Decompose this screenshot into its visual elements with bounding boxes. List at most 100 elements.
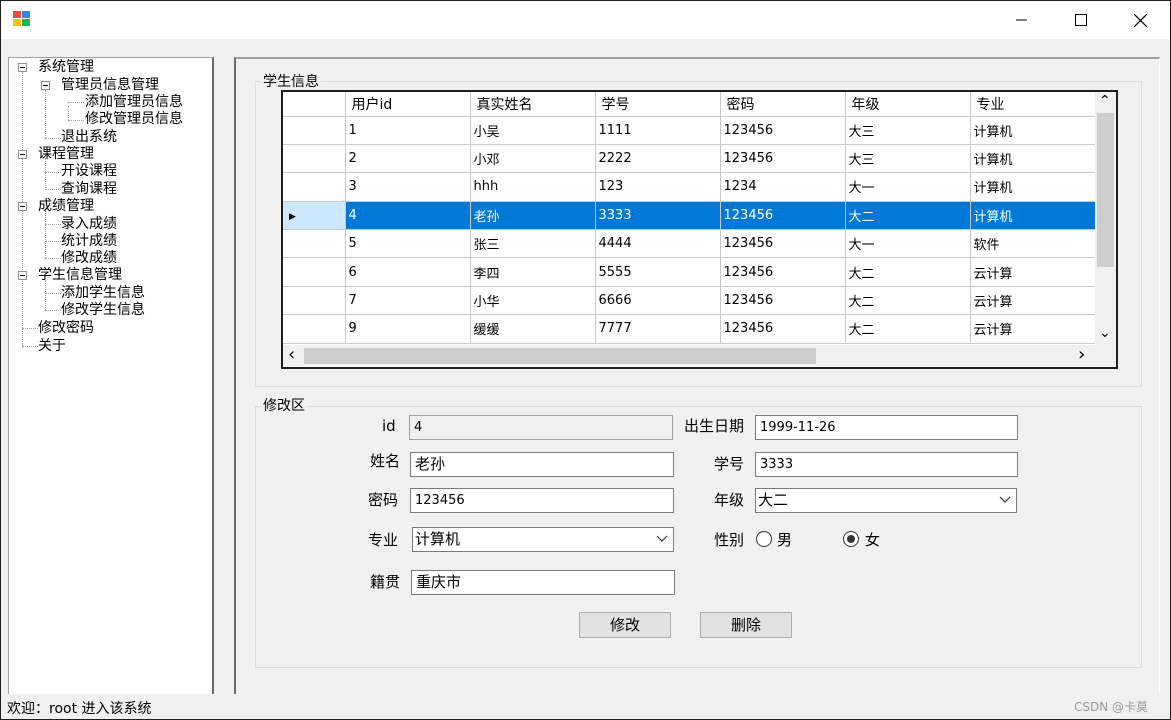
table-cell[interactable]: 大三: [845, 144, 971, 174]
nav-tree[interactable]: 系统管理 管理员信息管理 添加管理员信息 修改管理员信息 退出系统 课程管理 开…: [8, 57, 214, 694]
tree-item-about[interactable]: 关于: [38, 337, 66, 355]
table-cell[interactable]: 123456: [720, 286, 846, 316]
collapse-icon[interactable]: [18, 63, 27, 72]
table-cell[interactable]: 李四: [470, 257, 596, 287]
table-row[interactable]: 3 hhh 123 1234 大一 计算机: [283, 172, 1096, 202]
table-cell[interactable]: 123456: [720, 144, 846, 174]
table-cell[interactable]: 大三: [845, 116, 971, 145]
table-cell[interactable]: 大二: [845, 314, 971, 344]
table-cell[interactable]: 大二: [845, 286, 971, 316]
table-cell[interactable]: 6666: [595, 286, 721, 316]
tree-item-system[interactable]: 系统管理: [38, 58, 94, 76]
table-row[interactable]: ▶ 4 老孙 3333 123456 大二 计算机: [283, 201, 1096, 231]
tree-item-stat-score[interactable]: 统计成绩: [61, 232, 117, 250]
collapse-icon[interactable]: [18, 271, 27, 280]
column-header[interactable]: 真实姓名: [470, 92, 596, 117]
table-cell[interactable]: 123456: [720, 314, 846, 344]
row-header[interactable]: [283, 172, 346, 202]
hometown-field[interactable]: 重庆市: [411, 570, 675, 595]
major-select[interactable]: 计算机: [412, 527, 674, 552]
scroll-right-icon[interactable]: ›: [1078, 345, 1085, 365]
table-cell[interactable]: 3: [345, 172, 471, 202]
table-row[interactable]: 5 张三 4444 123456 大一 软件: [283, 229, 1096, 259]
tree-item-course[interactable]: 课程管理: [38, 145, 94, 163]
row-header[interactable]: [283, 286, 346, 316]
column-header[interactable]: 年级: [845, 92, 971, 117]
tree-item-edit-score[interactable]: 修改成绩: [61, 249, 117, 267]
table-cell[interactable]: 1234: [720, 172, 846, 202]
table-row[interactable]: 6 李四 5555 123456 大二 云计算: [283, 257, 1096, 287]
row-header[interactable]: [283, 116, 346, 145]
table-row[interactable]: 2 小邓 2222 123456 大三 计算机: [283, 144, 1096, 174]
table-cell[interactable]: 7777: [595, 314, 721, 344]
tree-item-score[interactable]: 成绩管理: [38, 197, 94, 215]
tree-item-enter-score[interactable]: 录入成绩: [61, 215, 117, 233]
table-cell[interactable]: 计算机: [970, 201, 1096, 231]
table-cell[interactable]: 缓缓: [470, 314, 596, 344]
grade-select[interactable]: 大二: [755, 488, 1017, 513]
table-cell[interactable]: 云计算: [970, 314, 1096, 344]
student-grid[interactable]: 用户id 真实姓名 学号 密码 年级 专业 1 小吴 1111 123456 大三 计算机…: [281, 90, 1118, 369]
tree-item-add-student[interactable]: 添加学生信息: [61, 284, 145, 302]
table-row[interactable]: 9 缓缓 7777 123456 大二 云计算: [283, 314, 1096, 344]
table-cell[interactable]: 3333: [595, 201, 721, 231]
birth-date-field[interactable]: 1999-11-26: [755, 415, 1018, 440]
table-cell[interactable]: 4: [345, 201, 471, 231]
table-cell[interactable]: 大二: [845, 201, 971, 231]
collapse-icon[interactable]: [18, 202, 27, 211]
table-row[interactable]: 1 小吴 1111 123456 大三 计算机: [283, 116, 1096, 145]
table-cell[interactable]: 大一: [845, 229, 971, 259]
row-header[interactable]: [283, 257, 346, 287]
table-cell[interactable]: 计算机: [970, 144, 1096, 174]
scroll-up-icon[interactable]: ⌃: [1099, 94, 1111, 108]
modify-button[interactable]: 修改: [579, 612, 671, 638]
tree-item-change-password[interactable]: 修改密码: [38, 319, 94, 337]
table-cell[interactable]: 2222: [595, 144, 721, 174]
name-field[interactable]: 老孙: [410, 452, 674, 477]
table-cell[interactable]: 123456: [720, 257, 846, 287]
minimize-button[interactable]: [993, 1, 1051, 39]
delete-button[interactable]: 删除: [700, 612, 792, 638]
table-cell[interactable]: 软件: [970, 229, 1096, 259]
horizontal-scroll-thumb[interactable]: [304, 348, 816, 364]
password-field[interactable]: 123456: [410, 488, 674, 513]
table-cell[interactable]: 计算机: [970, 172, 1096, 202]
table-cell[interactable]: 1111: [595, 116, 721, 145]
table-cell[interactable]: 7: [345, 286, 471, 316]
gender-male-label[interactable]: 男: [777, 531, 792, 549]
gender-female-radio[interactable]: [843, 531, 859, 547]
student-no-field[interactable]: 3333: [755, 452, 1018, 477]
table-cell[interactable]: 4444: [595, 229, 721, 259]
table-cell[interactable]: 小邓: [470, 144, 596, 174]
maximize-button[interactable]: [1052, 1, 1110, 39]
scroll-down-icon[interactable]: ⌄: [1099, 326, 1111, 340]
table-cell[interactable]: 云计算: [970, 286, 1096, 316]
table-cell[interactable]: 大一: [845, 172, 971, 202]
gender-male-radio[interactable]: [756, 531, 772, 547]
table-cell[interactable]: 123456: [720, 229, 846, 259]
row-header[interactable]: [283, 229, 346, 259]
table-cell[interactable]: 9: [345, 314, 471, 344]
table-cell[interactable]: 小华: [470, 286, 596, 316]
table-cell[interactable]: 1: [345, 116, 471, 145]
table-cell[interactable]: 123: [595, 172, 721, 202]
table-cell[interactable]: 6: [345, 257, 471, 287]
table-cell[interactable]: 123456: [720, 116, 846, 145]
row-header[interactable]: [283, 314, 346, 344]
table-cell[interactable]: 大二: [845, 257, 971, 287]
table-cell[interactable]: 计算机: [970, 116, 1096, 145]
table-cell[interactable]: 老孙: [470, 201, 596, 231]
table-cell[interactable]: 5555: [595, 257, 721, 287]
column-header[interactable]: 学号: [595, 92, 721, 117]
tree-item-edit-student[interactable]: 修改学生信息: [61, 301, 145, 319]
column-header[interactable]: 专业: [970, 92, 1096, 117]
id-field[interactable]: 4: [409, 415, 673, 440]
table-cell[interactable]: 123456: [720, 201, 846, 231]
table-row[interactable]: 7 小华 6666 123456 大二 云计算: [283, 286, 1096, 316]
table-cell[interactable]: 2: [345, 144, 471, 174]
table-cell[interactable]: 张三: [470, 229, 596, 259]
tree-item-admin-info[interactable]: 管理员信息管理: [61, 76, 159, 94]
collapse-icon[interactable]: [18, 150, 27, 159]
tree-item-student[interactable]: 学生信息管理: [38, 266, 122, 284]
column-header[interactable]: 密码: [720, 92, 846, 117]
